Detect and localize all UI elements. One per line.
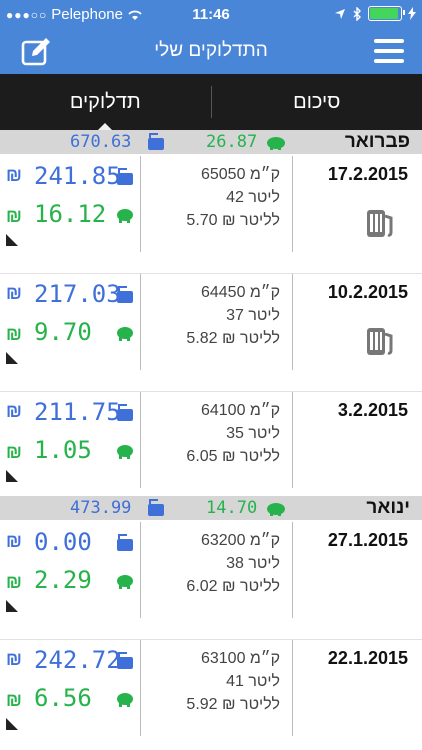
savings-amount: 2.29: [34, 566, 92, 594]
month-header: 473.99 14.70 ינואר: [0, 496, 422, 520]
liters-amount: 42 ליטר: [226, 189, 280, 206]
price-per-liter: 5.92 ₪ לליטר: [186, 696, 280, 713]
month-savings: 14.70: [206, 498, 258, 518]
fuel-can-icon: [117, 534, 133, 551]
status-bar: ●●●○○ Pelephone 11:46: [0, 0, 422, 30]
divider: [140, 274, 141, 370]
currency-symbol: ₪: [6, 572, 22, 592]
fuel-can-icon: [148, 133, 164, 150]
month-savings: 26.87: [206, 132, 258, 152]
navigation-bar: התדלוקים שלי: [0, 30, 422, 74]
price-per-liter: 6.02 ₪ לליטר: [186, 578, 280, 595]
divider: [292, 274, 293, 370]
currency-symbol: ₪: [6, 283, 22, 303]
piggy-bank-icon: [267, 137, 285, 150]
price-per-liter: 6.05 ₪ לליטר: [186, 448, 280, 465]
savings-amount: 1.05: [34, 436, 92, 464]
fuel-cost: 217.03: [34, 280, 121, 308]
odometer-reading: 64100 ק״מ: [200, 402, 280, 419]
month-name: ינואר: [366, 497, 410, 518]
divider: [292, 392, 293, 488]
savings-amount: 9.70: [34, 318, 92, 346]
corner-indicator-icon: [6, 600, 18, 612]
month-total: 473.99: [70, 498, 132, 518]
fuel-can-icon: [117, 286, 133, 303]
fuel-cost: 241.85: [34, 162, 121, 190]
liters-amount: 41 ליטר: [226, 673, 280, 690]
refuel-date: 22.1.2015: [327, 648, 408, 668]
corner-indicator-icon: [6, 470, 18, 482]
piggy-bank-icon: [117, 575, 133, 589]
savings-amount: 6.56: [34, 684, 92, 712]
refuel-date: 17.2.2015: [327, 164, 408, 184]
list-item[interactable]: ₪ 0.00 ₪ 2.29 63200 ק״מ 38 ליטר 6.02 ₪ ל…: [0, 522, 422, 640]
currency-symbol: ₪: [6, 690, 22, 710]
tab-bar: תדלוקים סיכום: [0, 74, 422, 131]
fuel-cost: 0.00: [34, 528, 92, 556]
savings-amount: 16.12: [34, 200, 107, 228]
currency-symbol: ₪: [6, 324, 22, 344]
charging-bolt-icon: [408, 7, 416, 20]
month-header: 670.63 26.87 פברואר: [0, 130, 422, 154]
fuel-pump-icon: [367, 210, 393, 237]
fuel-can-icon: [117, 168, 133, 185]
currency-symbol: ₪: [6, 206, 22, 226]
corner-indicator-icon: [6, 718, 18, 730]
menu-icon[interactable]: [374, 39, 404, 63]
list-item[interactable]: ₪ 242.72 ₪ 6.56 63100 ק״מ 41 ליטר 5.92 ₪…: [0, 640, 422, 750]
price-per-liter: 5.82 ₪ לליטר: [186, 330, 280, 347]
fuel-can-icon: [148, 499, 164, 516]
tab-refuelings[interactable]: תדלוקים: [0, 74, 211, 131]
currency-symbol: ₪: [6, 401, 22, 421]
status-right: [334, 6, 416, 21]
divider: [140, 392, 141, 488]
piggy-bank-icon: [267, 503, 285, 516]
odometer-reading: 65050 ק״מ: [200, 166, 280, 183]
divider: [292, 640, 293, 736]
divider: [292, 522, 293, 618]
currency-symbol: ₪: [6, 649, 22, 669]
odometer-reading: 63100 ק״מ: [200, 650, 280, 667]
fuel-can-icon: [117, 404, 133, 421]
location-arrow-icon: [335, 8, 345, 19]
refuel-date: 3.2.2015: [337, 400, 408, 420]
fuel-cost: 211.75: [34, 398, 121, 426]
page-title: התדלוקים שלי: [154, 40, 268, 61]
divider: [140, 522, 141, 618]
fuel-pump-icon: [367, 328, 393, 355]
refuel-date: 10.2.2015: [327, 282, 408, 302]
divider: [292, 156, 293, 252]
liters-amount: 38 ליטר: [226, 555, 280, 572]
list-item[interactable]: ₪ 211.75 ₪ 1.05 64100 ק״מ 35 ליטר 6.05 ₪…: [0, 392, 422, 494]
piggy-bank-icon: [117, 327, 133, 341]
piggy-bank-icon: [117, 445, 133, 459]
fuel-can-icon: [117, 652, 133, 669]
liters-amount: 35 ליטר: [226, 425, 280, 442]
battery-icon: [368, 6, 405, 21]
month-name: פברואר: [344, 131, 410, 152]
piggy-bank-icon: [117, 209, 133, 223]
corner-indicator-icon: [6, 234, 18, 246]
divider: [140, 640, 141, 736]
divider: [140, 156, 141, 252]
tab-summary[interactable]: סיכום: [212, 74, 422, 130]
currency-symbol: ₪: [6, 165, 22, 185]
list-item[interactable]: ₪ 241.85 ₪ 16.12 65050 ק״מ 42 ליטר 5.70 …: [0, 156, 422, 274]
currency-symbol: ₪: [6, 442, 22, 462]
liters-amount: 37 ליטר: [226, 307, 280, 324]
currency-symbol: ₪: [6, 531, 22, 551]
odometer-reading: 63200 ק״מ: [200, 532, 280, 549]
bluetooth-icon: [353, 6, 361, 21]
price-per-liter: 5.70 ₪ לליטר: [186, 212, 280, 229]
corner-indicator-icon: [6, 352, 18, 364]
list-item[interactable]: ₪ 217.03 ₪ 9.70 64450 ק״מ 37 ליטר 5.82 ₪…: [0, 274, 422, 392]
fuel-cost: 242.72: [34, 646, 121, 674]
refuel-date: 27.1.2015: [327, 530, 408, 550]
piggy-bank-icon: [117, 693, 133, 707]
month-total: 670.63: [70, 132, 132, 152]
odometer-reading: 64450 ק״מ: [200, 284, 280, 301]
